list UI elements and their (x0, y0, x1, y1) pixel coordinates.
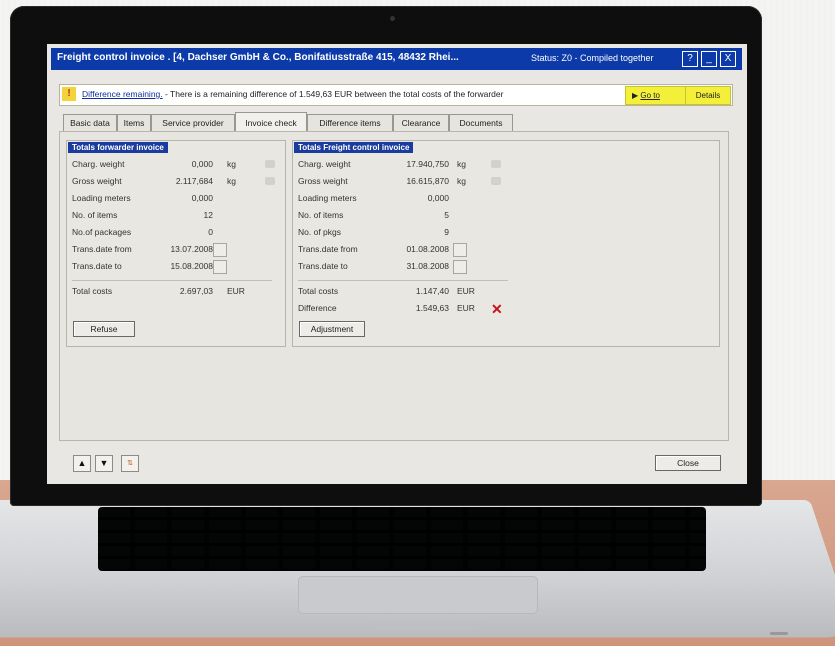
minimize-button[interactable]: _ (701, 51, 717, 67)
packages-label: No. of pkgs (298, 227, 341, 237)
divider (298, 280, 508, 281)
tab-service-provider[interactable]: Service provider (151, 114, 235, 131)
tab-basic-data[interactable]: Basic data (63, 114, 117, 131)
forwarder-group-title: Totals forwarder invoice (68, 142, 168, 153)
tab-items[interactable]: Items (117, 114, 151, 131)
forwarder-totals-group: Totals forwarder invoice Charg. weight 0… (66, 140, 286, 347)
items-value: 12 (203, 210, 213, 220)
date-to-value[interactable]: 15.08.2008 (170, 261, 213, 271)
window-title: Freight control invoice . [4, Dachser Gm… (57, 52, 459, 63)
date-to-label: Trans.date to (72, 261, 122, 271)
gross-weight-unit: kg (227, 176, 236, 186)
total-costs-unit: EUR (457, 286, 475, 296)
tab-clearance[interactable]: Clearance (393, 114, 449, 131)
loading-meters-value: 0,000 (427, 193, 449, 203)
packages-value: 0 (208, 227, 213, 237)
date-to-value[interactable]: 31.08.2008 (406, 261, 449, 271)
message-text: Difference remaining. - There is a remai… (82, 89, 503, 99)
charg-weight-value: 0,000 (191, 159, 213, 169)
details-button[interactable]: Details (685, 86, 731, 105)
laptop-screen: Freight control invoice . [4, Dachser Gm… (47, 44, 747, 484)
charg-weight-value: 17.940,750 (406, 159, 449, 169)
camera-icon (390, 16, 395, 21)
date-from-value[interactable]: 01.08.2008 (406, 244, 449, 254)
date-from-label: Trans.date from (72, 244, 132, 254)
date-from-label: Trans.date from (298, 244, 358, 254)
refuse-button[interactable]: Refuse (73, 321, 135, 337)
sort-icon[interactable]: ⇅ (121, 455, 139, 472)
calendar-icon[interactable] (213, 243, 227, 257)
packages-label: No.of packages (72, 227, 132, 237)
laptop-front-notch (372, 622, 482, 630)
total-costs-value: 1.147,40 (415, 286, 449, 296)
charg-weight-label: Charg. weight (72, 159, 125, 169)
laptop-trackpad (298, 576, 538, 614)
gross-weight-value: 16.615,870 (406, 176, 449, 186)
items-value: 5 (444, 210, 449, 220)
date-from-value[interactable]: 13.07.2008 (170, 244, 213, 254)
move-down-button[interactable]: ▼ (95, 455, 113, 472)
arrow-up-icon: ▲ (77, 458, 87, 468)
help-button[interactable]: ? (682, 51, 698, 67)
tab-invoice-check[interactable]: Invoice check (235, 112, 307, 132)
calculator-icon[interactable] (491, 160, 501, 168)
total-costs-value: 2.697,03 (179, 286, 213, 296)
freight-control-totals-group: Totals Freight control invoice Charg. we… (292, 140, 720, 347)
laptop-led (770, 632, 788, 635)
freight-group-title: Totals Freight control invoice (294, 142, 414, 153)
loading-meters-value: 0,000 (191, 193, 213, 203)
error-x-icon: ✕ (491, 301, 503, 317)
window-status: Status: Z0 - Compiled together (531, 53, 654, 63)
message-body: - There is a remaining difference of 1.5… (162, 89, 504, 99)
goto-button[interactable]: ▶ Go to (625, 86, 689, 105)
difference-link[interactable]: Difference remaining. (82, 89, 163, 99)
total-costs-label: Total costs (72, 286, 113, 296)
invoice-check-panel: Totals forwarder invoice Charg. weight 0… (59, 131, 729, 441)
tab-difference-items[interactable]: Difference items (307, 114, 393, 131)
charg-weight-unit: kg (227, 159, 236, 169)
window-titlebar: Freight control invoice . [4, Dachser Gm… (51, 48, 742, 70)
message-bar: ! Difference remaining. - There is a rem… (59, 84, 733, 106)
loading-meters-label: Loading meters (72, 193, 131, 203)
adjustment-button[interactable]: Adjustment (299, 321, 365, 337)
total-costs-unit: EUR (227, 286, 245, 296)
calculator-icon[interactable] (265, 177, 275, 185)
close-button[interactable]: Close (655, 455, 721, 471)
tab-documents[interactable]: Documents (449, 114, 513, 131)
charg-weight-label: Charg. weight (298, 159, 351, 169)
difference-value: 1.549,63 (415, 303, 449, 313)
items-label: No. of items (72, 210, 118, 220)
date-to-label: Trans.date to (298, 261, 348, 271)
move-up-button[interactable]: ▲ (73, 455, 91, 472)
gross-weight-label: Gross weight (298, 176, 348, 186)
laptop-keyboard (98, 507, 706, 571)
difference-unit: EUR (457, 303, 475, 313)
gross-weight-unit: kg (457, 176, 466, 186)
difference-label: Difference (298, 303, 337, 313)
warning-icon: ! (62, 87, 76, 101)
goto-label: Go to (640, 91, 660, 100)
laptop-lid: Freight control invoice . [4, Dachser Gm… (10, 6, 762, 506)
calendar-icon[interactable] (453, 243, 467, 257)
calculator-icon[interactable] (265, 160, 275, 168)
gross-weight-value: 2.117,684 (175, 176, 213, 186)
items-label: No. of items (298, 210, 344, 220)
arrow-down-icon: ▼ (99, 458, 109, 468)
packages-value: 9 (444, 227, 449, 237)
calendar-icon[interactable] (453, 260, 467, 274)
total-costs-label: Total costs (298, 286, 339, 296)
divider (72, 280, 272, 281)
calculator-icon[interactable] (491, 177, 501, 185)
close-window-button[interactable]: X (720, 51, 736, 67)
calendar-icon[interactable] (213, 260, 227, 274)
charg-weight-unit: kg (457, 159, 466, 169)
bottom-toolbar: ▲ ▼ ⇅ Close (59, 451, 735, 475)
loading-meters-label: Loading meters (298, 193, 357, 203)
gross-weight-label: Gross weight (72, 176, 122, 186)
